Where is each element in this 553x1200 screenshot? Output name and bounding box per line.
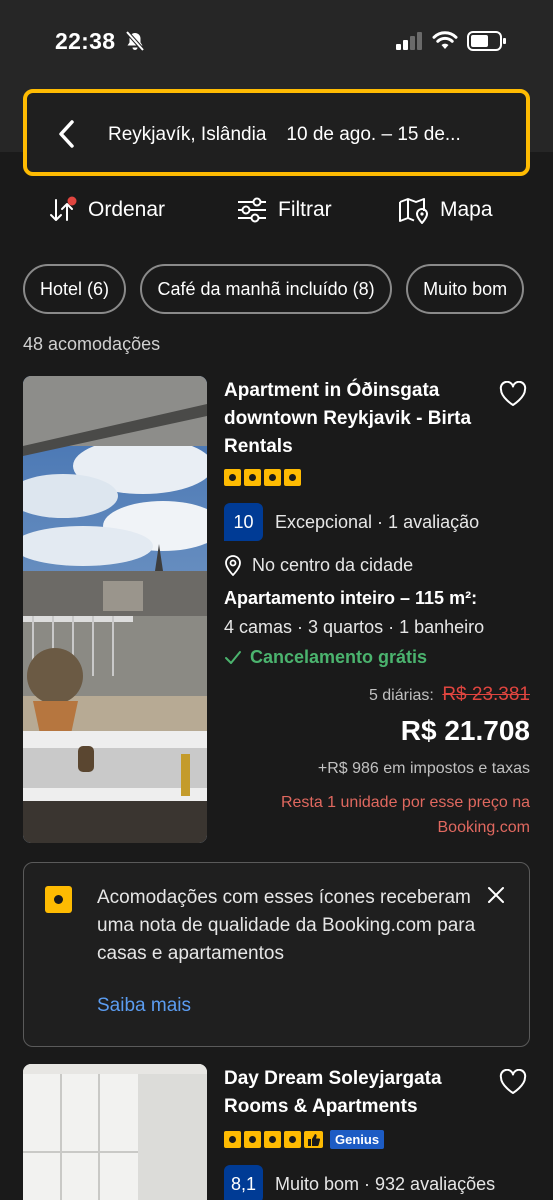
quality-rating: Genius	[224, 1130, 385, 1149]
location-row: No centro da cidade	[224, 554, 413, 576]
status-time: 22:38	[55, 28, 116, 54]
genius-badge: Genius	[330, 1130, 385, 1149]
thumbs-up-icon	[304, 1131, 323, 1148]
listing-title[interactable]: Apartment in Óðinsgata downtown Reykjavi…	[224, 377, 492, 461]
listing-photo[interactable]	[23, 1064, 207, 1200]
bell-muted-icon	[125, 30, 145, 52]
learn-more-link[interactable]: Saiba mais	[97, 995, 191, 1017]
quality-square-icon	[264, 1131, 281, 1148]
free-cancellation-text: Cancelamento grátis	[250, 647, 428, 667]
filter-button[interactable]: Filtrar	[236, 196, 332, 224]
listing-photo-image	[23, 376, 207, 843]
review-score-text: Excepcional · 1 avaliação	[275, 511, 480, 532]
heart-icon[interactable]	[499, 381, 527, 407]
taxes-text: +R$ 986 em impostos e taxas	[317, 760, 530, 777]
heart-icon[interactable]	[499, 1069, 527, 1095]
quality-square-icon	[244, 1131, 261, 1148]
bed-details: 4 camas · 3 quartos · 1 banheiro	[224, 617, 485, 637]
filter-chip-breakfast[interactable]: Café da manhã incluído (8)	[140, 264, 392, 314]
sort-icon	[50, 196, 77, 221]
results-count: 48 acomodações	[23, 334, 161, 354]
map-icon	[399, 198, 429, 224]
destination-text: Reykjavík, Islândia	[108, 124, 267, 145]
quality-square-icon	[264, 469, 281, 486]
map-button[interactable]: Mapa	[398, 196, 493, 224]
quality-square-icon	[224, 1131, 241, 1148]
review-score-text: Muito bom · 932 avaliações	[275, 1173, 496, 1194]
battery-icon	[467, 31, 506, 51]
checkmark-icon	[225, 650, 241, 664]
quality-notice-card: Acomodações com esses ícones receberam u…	[23, 862, 530, 1047]
filter-chip-hotel[interactable]: Hotel (6)	[23, 264, 127, 314]
status-bar: 22:38	[0, 0, 553, 80]
sort-button[interactable]: Ordenar	[48, 196, 165, 224]
quality-square-icon	[244, 469, 261, 486]
review-score-row: 8,1 Muito bom · 932 avaliações	[224, 1165, 495, 1200]
listing-title[interactable]: Day Dream Soleyjargata Rooms & Apartment…	[224, 1065, 492, 1121]
nights-label: 5 diárias:	[368, 687, 434, 704]
quality-badge-icon	[45, 886, 72, 913]
results-toolbar: Ordenar Filtrar Mapa	[0, 196, 553, 232]
filter-chip-very-good[interactable]: Muito bom	[406, 264, 525, 314]
quality-square-icon	[284, 469, 301, 486]
filter-sliders-icon	[238, 197, 266, 223]
location-text: No centro da cidade	[252, 554, 414, 575]
sort-label: Ordenar	[88, 198, 166, 221]
filter-label: Filtrar	[278, 198, 332, 221]
dates-text: 10 de ago. – 15 de...	[286, 124, 461, 145]
filter-chips: Hotel (6) Café da manhã incluído (8) Mui…	[23, 264, 553, 314]
old-price: R$ 23.381	[442, 684, 530, 705]
notice-text: Acomodações com esses ícones receberam u…	[97, 887, 476, 964]
scarcity-message: Resta 1 unidade por esse preço na Bookin…	[280, 794, 530, 836]
location-pin-icon	[225, 555, 241, 576]
map-label: Mapa	[440, 198, 493, 221]
search-text[interactable]: Reykjavík, Islândia 10 de ago. – 15 de...	[108, 124, 461, 146]
review-score-badge: 10	[224, 503, 263, 541]
free-cancellation: Cancelamento grátis	[224, 647, 427, 668]
search-summary-bar[interactable]: Reykjavík, Islândia 10 de ago. – 15 de...	[23, 89, 530, 176]
wifi-icon	[432, 31, 458, 49]
current-price: R$ 21.708	[400, 715, 530, 746]
unit-type: Apartamento inteiro – 115 m²:	[224, 588, 478, 608]
review-score-row: 10 Excepcional · 1 avaliação	[224, 503, 479, 541]
listing-photo[interactable]	[23, 376, 207, 843]
listing-photo-image	[23, 1064, 207, 1200]
close-icon[interactable]	[486, 885, 506, 905]
quality-square-icon	[224, 469, 241, 486]
quality-square-icon	[284, 1131, 301, 1148]
back-arrow-icon[interactable]	[57, 119, 75, 149]
signal-icon	[396, 32, 422, 50]
nights-price: 5 diárias: R$ 23.381	[369, 684, 530, 706]
quality-rating	[224, 469, 301, 486]
review-score-badge: 8,1	[224, 1165, 263, 1200]
